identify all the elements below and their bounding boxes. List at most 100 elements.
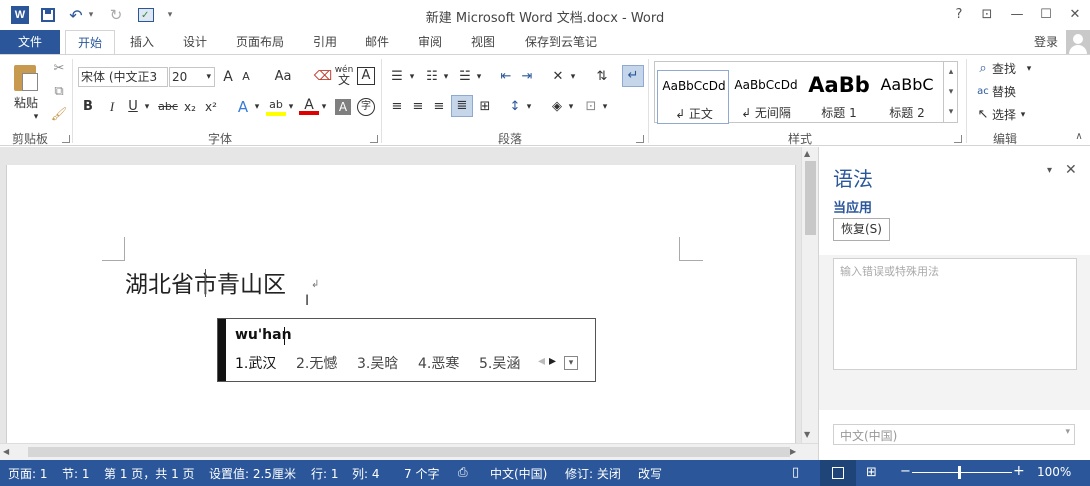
char-border-button[interactable]: A [357, 67, 375, 85]
bold-button[interactable]: B [80, 97, 96, 117]
styles-scroll[interactable]: ▴ ▾ ▾ [943, 62, 958, 122]
help-button[interactable]: ? [946, 4, 972, 26]
status-section[interactable]: 节: 1 [62, 465, 90, 482]
language-dropdown-icon[interactable]: ▾ [1065, 427, 1070, 437]
copy-icon[interactable]: ⧉ [50, 82, 68, 102]
close-button[interactable]: ✕ [1062, 4, 1088, 26]
ime-candidate-5[interactable]: 5.吴涵 [479, 353, 520, 373]
special-usage-input[interactable]: 输入错误或特殊用法 [833, 258, 1077, 370]
scroll-left-icon[interactable]: ◀ [3, 447, 9, 456]
shading-dropdown-icon[interactable]: ▾ [566, 97, 576, 117]
restore-button[interactable]: 恢复(S) [833, 218, 890, 241]
proofing-icon[interactable]: ⎙ [458, 465, 468, 480]
paste-dropdown-icon[interactable]: ▾ [30, 107, 42, 127]
font-launcher-icon[interactable] [370, 135, 378, 143]
maximize-button[interactable]: ☐ [1033, 4, 1059, 26]
horizontal-scrollbar[interactable]: ◀ ▶ [0, 443, 818, 460]
login-link[interactable]: 登录 [1026, 30, 1066, 54]
highlight-button[interactable]: ab [266, 95, 286, 116]
zoom-out-button[interactable]: − [900, 464, 911, 479]
status-page-count[interactable]: 第 1 页，共 1 页 [104, 465, 195, 482]
show-marks-icon[interactable]: ↵ [622, 65, 644, 87]
minimize-button[interactable]: — [1004, 4, 1030, 26]
pane-options-icon[interactable]: ▾ [1047, 165, 1052, 176]
select-icon[interactable]: ↖ [974, 105, 992, 125]
zoom-in-button[interactable]: + [1013, 463, 1025, 479]
document-page[interactable]: 湖北省市青山区 ↲ I [6, 165, 796, 450]
vertical-scrollbar[interactable]: ▲ ▼ [801, 147, 818, 443]
tab-review[interactable]: 审阅 [410, 30, 450, 54]
multilevel-dropdown-icon[interactable]: ▾ [474, 67, 484, 87]
read-mode-icon[interactable]: ▯ [792, 465, 799, 480]
tab-references[interactable]: 引用 [305, 30, 345, 54]
ime-prev-icon[interactable]: ◂ [538, 353, 545, 369]
ime-candidate-2[interactable]: 2.无憾 [296, 353, 337, 373]
status-line[interactable]: 行: 1 [311, 465, 339, 482]
numbering-dropdown-icon[interactable]: ▾ [441, 67, 451, 87]
increase-indent-icon[interactable]: ⇥ [518, 67, 536, 87]
style-heading-1[interactable]: AaBb 标题 1 [803, 70, 875, 124]
tab-file[interactable]: 文件 [0, 30, 60, 54]
select-dropdown-icon[interactable]: ▾ [1018, 105, 1028, 125]
subscript-button[interactable]: x₂ [181, 97, 199, 117]
ime-candidate-4[interactable]: 4.恶寒 [418, 353, 459, 373]
underline-dropdown-icon[interactable]: ▾ [142, 97, 152, 117]
replace-icon[interactable]: ac [974, 82, 992, 102]
web-layout-icon[interactable]: ⊞ [866, 465, 877, 480]
scroll-right-icon[interactable]: ▶ [790, 447, 796, 456]
tab-save-cloud[interactable]: 保存到云笔记 [515, 30, 607, 54]
multilevel-list-icon[interactable]: ☱ [456, 67, 474, 87]
clipboard-launcher-icon[interactable] [62, 135, 70, 143]
align-right-icon[interactable]: ≡ [430, 97, 448, 117]
tab-home[interactable]: 开始 [65, 30, 115, 55]
status-column[interactable]: 列: 4 [352, 465, 380, 482]
underline-button[interactable]: U [125, 97, 141, 117]
line-spacing-icon[interactable]: ↕ [506, 97, 524, 117]
tab-layout[interactable]: 页面布局 [228, 30, 292, 54]
status-position[interactable]: 设置值: 2.5厘米 [209, 465, 296, 482]
char-shading-button[interactable]: A [335, 99, 351, 115]
scroll-thumb[interactable] [28, 447, 790, 457]
find-dropdown-icon[interactable]: ▾ [1024, 59, 1034, 79]
align-center-icon[interactable]: ≡ [409, 97, 427, 117]
styles-launcher-icon[interactable] [954, 135, 962, 143]
print-layout-button[interactable] [820, 460, 856, 486]
font-name-combo[interactable]: 宋体 (中文正3 [78, 67, 168, 87]
zoom-level[interactable]: 100% [1037, 465, 1071, 479]
ime-candidate-1[interactable]: 1.武汉 [235, 353, 276, 373]
numbering-icon[interactable]: ☷ [423, 67, 441, 87]
text-effect-button[interactable]: A [234, 97, 252, 117]
tab-mailings[interactable]: 邮件 [357, 30, 397, 54]
font-color-button[interactable]: A [299, 95, 319, 115]
sort-icon[interactable]: ⇅ [592, 67, 612, 87]
paste-icon[interactable] [12, 61, 42, 93]
zoom-slider-thumb[interactable] [958, 466, 961, 479]
align-left-icon[interactable]: ≡ [388, 97, 406, 117]
font-color-dropdown-icon[interactable]: ▾ [319, 97, 329, 117]
zoom-slider[interactable] [912, 472, 1012, 473]
format-painter-icon[interactable]: 🖌 [50, 105, 68, 125]
change-case-button[interactable]: Aa [270, 67, 296, 87]
tab-insert[interactable]: 插入 [122, 30, 162, 54]
collapse-ribbon-icon[interactable]: ∧ [1072, 127, 1086, 147]
status-track-changes[interactable]: 修订: 关闭 [565, 465, 621, 482]
justify-icon[interactable]: ≣ [451, 95, 473, 117]
scroll-thumb[interactable] [805, 161, 816, 235]
grow-font-button[interactable]: A [219, 67, 237, 87]
bullets-icon[interactable]: ☰ [388, 67, 406, 87]
ime-candidate-3[interactable]: 3.吴晗 [357, 353, 398, 373]
distribute-icon[interactable]: ⊞ [476, 97, 494, 117]
shading-icon[interactable]: ◈ [548, 97, 566, 117]
borders-icon[interactable]: ⊡ [582, 97, 600, 117]
font-size-dropdown-icon[interactable]: ▾ [206, 68, 211, 86]
status-overtype[interactable]: 改写 [638, 465, 662, 482]
tab-design[interactable]: 设计 [175, 30, 215, 54]
style-heading-2[interactable]: AaBbC 标题 2 [871, 70, 943, 124]
replace-button[interactable]: 替换 [992, 82, 1024, 102]
ribbon-display-button[interactable]: ⊡ [974, 4, 1000, 26]
scroll-up-icon[interactable]: ▲ [804, 149, 810, 158]
language-select[interactable]: 中文(中国) ▾ [833, 424, 1075, 445]
chinese-layout-dropdown-icon[interactable]: ▾ [568, 67, 578, 87]
style-normal[interactable]: AaBbCcDd ↲ 正文 [657, 70, 729, 124]
scroll-down-icon[interactable]: ▼ [804, 430, 810, 439]
